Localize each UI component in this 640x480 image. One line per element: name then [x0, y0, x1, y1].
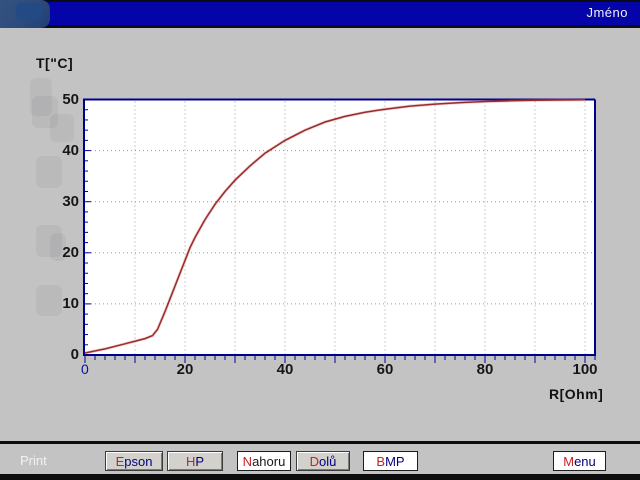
hp-button[interactable]: HP: [167, 451, 223, 471]
y-tick-label: 20: [39, 244, 79, 261]
x-tick-label: 20: [163, 361, 207, 378]
app-window: Jméno T["C] R[Ohm] 010203040500204060801…: [0, 0, 640, 480]
bottom-edge: [0, 474, 640, 480]
x-tick-label: 60: [363, 361, 407, 378]
nahoru-button[interactable]: Nahoru: [237, 451, 291, 471]
epson-button[interactable]: Epson: [105, 451, 163, 471]
y-tick-label: 10: [39, 295, 79, 312]
bmp-button[interactable]: BMP: [363, 451, 418, 471]
x-tick-label: 40: [263, 361, 307, 378]
y-tick-label: 30: [39, 193, 79, 210]
x-axis-title: R[Ohm]: [549, 386, 603, 402]
chart-canvas: [0, 0, 640, 480]
y-tick-label: 40: [39, 142, 79, 159]
y-axis-title: T["C]: [36, 55, 73, 71]
x-tick-label-origin: 0: [81, 361, 89, 377]
print-label: Print: [20, 453, 47, 468]
y-tick-label: 50: [39, 91, 79, 108]
x-tick-label: 80: [463, 361, 507, 378]
menu-button[interactable]: Menu: [553, 451, 606, 471]
y-tick-label: 0: [39, 346, 79, 363]
dolu-button[interactable]: Dolů: [296, 451, 350, 471]
x-tick-label: 100: [563, 361, 607, 378]
